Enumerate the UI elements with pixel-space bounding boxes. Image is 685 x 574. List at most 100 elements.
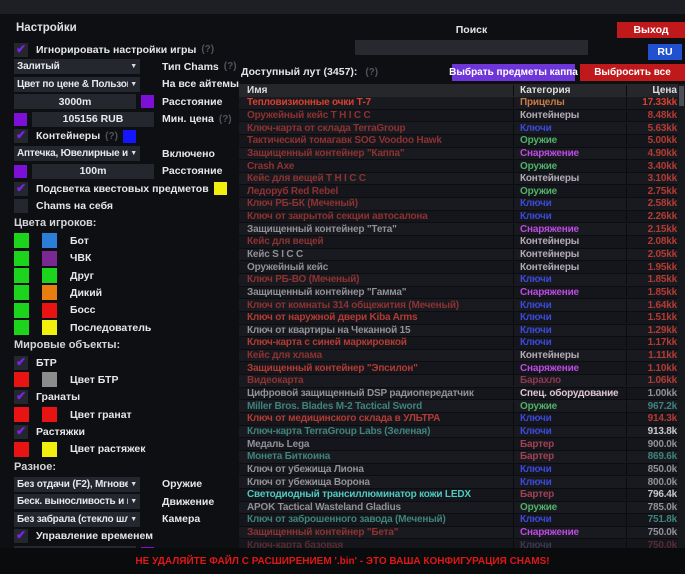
table-row[interactable]: Кейс для вещейКонтейнеры2.08kk — [239, 236, 685, 249]
color-swatch[interactable] — [42, 372, 57, 387]
color-swatch[interactable] — [42, 233, 57, 248]
chevron-down-icon: ▼ — [130, 481, 137, 488]
item-price: 2.75kk — [626, 186, 685, 197]
checkbox[interactable]: ✔ — [14, 356, 28, 370]
table-row[interactable]: Цифровой защищенный DSP радиопередатчикС… — [239, 388, 685, 401]
table-scrollbar[interactable] — [678, 84, 685, 548]
checkbox[interactable] — [14, 199, 28, 213]
checkbox[interactable]: ✔ — [14, 182, 28, 196]
color-swatch[interactable] — [14, 372, 29, 387]
color-swatch[interactable] — [14, 442, 29, 457]
table-row[interactable]: APOK Tactical Wasteland GladiusОружие785… — [239, 502, 685, 515]
table-row[interactable]: Тактический томагавк SOG Voodoo HawkОруж… — [239, 135, 685, 148]
table-row[interactable]: Ключ от закрытой секции автосалонаКлючи2… — [239, 211, 685, 224]
column-header-category[interactable]: Категория — [513, 85, 626, 96]
exit-button[interactable]: Выход — [617, 22, 685, 38]
color-swatch[interactable] — [42, 268, 57, 283]
color-swatch[interactable] — [42, 285, 57, 300]
dropdown[interactable]: Цвет по цене & Пользователь▼ — [14, 77, 140, 92]
checkbox[interactable]: ✔ — [14, 43, 28, 57]
table-row[interactable]: Оружейный кейс T H I C CКонтейнеры8.48kk — [239, 110, 685, 123]
color-swatch[interactable] — [14, 285, 29, 300]
table-row[interactable]: Кейс S I C CКонтейнеры2.05kk — [239, 249, 685, 262]
table-row[interactable]: Miller Bros. Blades M-2 Tactical SwordОр… — [239, 400, 685, 413]
color-swatch[interactable] — [42, 442, 57, 457]
color-swatch[interactable] — [42, 251, 57, 266]
table-row[interactable]: Тепловизионные очки Т-7Прицелы17.33kk — [239, 97, 685, 110]
table-row[interactable]: Ледоруб Red RebelОружие2.75kk — [239, 185, 685, 198]
value-input[interactable]: 100m — [32, 164, 154, 179]
table-row[interactable]: Ключ РБ-БК (Меченый)Ключи2.58kk — [239, 198, 685, 211]
table-row[interactable]: Ключ от медицинского склада в УЛЬТРАКлюч… — [239, 413, 685, 426]
checkbox[interactable]: ✔ — [14, 529, 28, 543]
table-row[interactable]: Ключ от убежища ЛионаКлючи850.0k — [239, 464, 685, 477]
control-label: На все айтемы — [162, 78, 239, 90]
table-row[interactable]: Ключ от убежища ВоронаКлючи800.0k — [239, 476, 685, 489]
table-row[interactable]: Ключ-карта TerraGroup Labs (Зеленая)Ключ… — [239, 426, 685, 439]
item-category: Контейнеры — [513, 350, 626, 361]
table-row[interactable]: Кейс для хламаКонтейнеры1.11kk — [239, 350, 685, 363]
language-button[interactable]: RU — [648, 44, 682, 60]
value-input[interactable]: 3000m — [14, 94, 136, 109]
dropdown[interactable]: Залитый▼ — [14, 59, 140, 74]
color-swatch[interactable] — [14, 320, 29, 335]
color-swatch[interactable] — [14, 407, 29, 422]
item-name: Медаль Lega — [239, 439, 513, 450]
color-swatch[interactable] — [42, 407, 57, 422]
table-row[interactable]: Ключ от квартиры на Чеканной 15Ключи1.29… — [239, 325, 685, 338]
column-header-name[interactable]: Имя — [239, 85, 513, 96]
help-icon: (?) — [105, 131, 118, 142]
settings-row: Последователь — [8, 319, 238, 336]
item-price: 869.6k — [626, 451, 685, 462]
table-row[interactable]: Ключ-карта с синей маркировкойКлючи1.17k… — [239, 337, 685, 350]
table-row[interactable]: Защищенный контейнер "Эпсилон"Снаряжение… — [239, 362, 685, 375]
color-swatch[interactable] — [42, 303, 57, 318]
color-swatch[interactable] — [14, 303, 29, 318]
table-row[interactable]: Ключ РБ-ВО (Меченый)Ключи1.85kk — [239, 274, 685, 287]
color-swatch[interactable] — [42, 320, 57, 335]
table-row[interactable]: Защищенный контейнер "Тета"Снаряжение2.1… — [239, 223, 685, 236]
color-swatch[interactable] — [123, 130, 136, 143]
color-swatch[interactable] — [14, 251, 29, 266]
table-row[interactable]: Защищенный контейнер "Бета"Снаряжение750… — [239, 527, 685, 540]
color-swatch[interactable] — [14, 113, 27, 126]
settings-row: Разное: — [8, 458, 238, 475]
color-swatch[interactable] — [214, 182, 227, 195]
item-name: APOK Tactical Wasteland Gladius — [239, 502, 513, 513]
table-row[interactable]: Ключ от наружной двери Kiba ArmsКлючи1.5… — [239, 312, 685, 325]
table-row[interactable]: Ключ-карта от склада TerraGroupКлючи5.63… — [239, 122, 685, 135]
table-row[interactable]: Кейс для вещей T H I C CКонтейнеры3.10kk — [239, 173, 685, 186]
column-header-price[interactable]: Цена — [626, 85, 685, 96]
value-input[interactable]: 105156 RUB — [32, 112, 154, 127]
config-warning-text: НЕ УДАЛЯЙТЕ ФАЙЛ С РАСШИРЕНИЕМ '.bin' - … — [135, 556, 549, 567]
color-swatch[interactable] — [14, 268, 29, 283]
control-label: Камера — [162, 513, 200, 525]
scrollbar-thumb[interactable] — [679, 86, 684, 106]
table-row[interactable]: Ключ от заброшенного завода (Меченый)Клю… — [239, 514, 685, 527]
dropdown[interactable]: Беск. выносливость и нет уста▼ — [14, 494, 140, 509]
checkbox[interactable]: ✔ — [14, 425, 28, 439]
table-row[interactable]: Светодиодный трансиллюминатор кожи LEDXБ… — [239, 489, 685, 502]
color-swatch[interactable] — [141, 95, 154, 108]
table-row[interactable]: Монета БиткоинаБартер869.6k — [239, 451, 685, 464]
dropdown[interactable]: Аптечка, Ювелирные и...▼ — [14, 146, 140, 161]
checkbox[interactable]: ✔ — [14, 129, 28, 143]
table-row[interactable]: Crash AxeОружие3.40kk — [239, 160, 685, 173]
table-row[interactable]: Медаль LegaБартер900.0k — [239, 438, 685, 451]
table-row[interactable]: Ключ от комнаты 314 общежития (Меченый)К… — [239, 299, 685, 312]
checkbox[interactable]: ✔ — [14, 390, 28, 404]
dropdown[interactable]: Без отдачи (F2), Мгновенное п▼ — [14, 477, 140, 492]
dropdown-value: Залитый — [17, 61, 128, 72]
table-row[interactable]: Защищенный контейнер "Гамма"Снаряжение1.… — [239, 287, 685, 300]
dropdown[interactable]: Без забрала (стекло шлема)▼ — [14, 512, 140, 527]
table-row[interactable]: Ключ-карта базоваяКлючи750.0k — [239, 539, 685, 548]
table-row[interactable]: Защищенный контейнер "Каппа"Снаряжение4.… — [239, 148, 685, 161]
search-input[interactable] — [355, 40, 588, 55]
table-row[interactable]: ВидеокартаБарахло1.06kk — [239, 375, 685, 388]
drop-all-button[interactable]: Выбросить все — [580, 64, 685, 81]
color-swatch[interactable] — [14, 233, 29, 248]
color-swatch[interactable] — [14, 165, 27, 178]
table-row[interactable]: Оружейный кейсКонтейнеры1.95kk — [239, 261, 685, 274]
item-name: Оружейный кейс — [239, 262, 513, 273]
select-kappa-items-button[interactable]: Выбрать предметы каппа — [452, 64, 575, 81]
